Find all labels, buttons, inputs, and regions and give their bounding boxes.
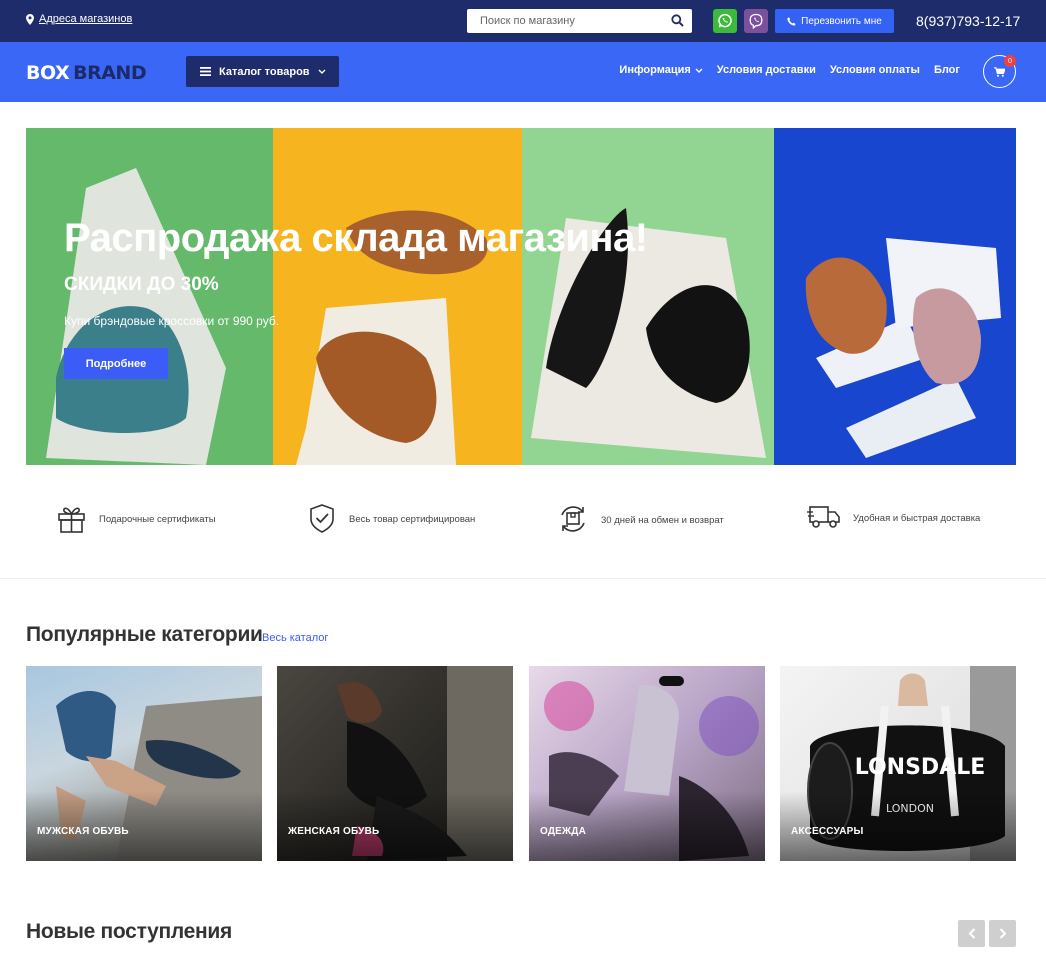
category-mens-shoes[interactable]: МУЖСКАЯ ОБУВЬ bbox=[26, 666, 262, 861]
hero-background bbox=[26, 128, 1016, 465]
callback-label: Перезвонить мне bbox=[801, 15, 882, 27]
chevron-down-icon bbox=[695, 68, 703, 73]
feature-delivery: Удобная и быстрая доставка bbox=[807, 503, 980, 534]
feature-label: Подарочные сертификаты bbox=[99, 514, 216, 525]
menu-icon bbox=[200, 67, 211, 76]
category-accessories[interactable]: LONSDALE LONDON АКСЕССУАРЫ bbox=[780, 666, 1016, 861]
category-label: АКСЕССУАРЫ bbox=[791, 826, 864, 837]
nav-item-blog[interactable]: Блог bbox=[934, 64, 960, 76]
category-label: МУЖСКАЯ ОБУВЬ bbox=[37, 826, 129, 837]
svg-text:LONSDALE: LONSDALE bbox=[855, 755, 986, 780]
chevron-left-icon bbox=[968, 928, 975, 939]
nav-links: Информация Условия доставки Условия опла… bbox=[619, 64, 960, 76]
phone-number[interactable]: 8(937)793-12-17 bbox=[916, 13, 1020, 29]
search-icon[interactable] bbox=[671, 14, 684, 32]
nav-item-info[interactable]: Информация bbox=[619, 64, 703, 76]
feature-returns: 30 дней на обмен и возврат bbox=[557, 503, 724, 538]
search-box bbox=[467, 9, 692, 33]
feature-label: Удобная и быстрая доставка bbox=[853, 513, 981, 524]
shield-check-icon bbox=[307, 503, 337, 536]
viber-icon[interactable] bbox=[744, 9, 768, 33]
category-womens-shoes[interactable]: ЖЕНСКАЯ ОБУВЬ bbox=[277, 666, 513, 861]
phone-icon bbox=[787, 16, 796, 26]
cart-button[interactable]: 0 bbox=[983, 55, 1016, 88]
top-bar: Адреса магазинов Перезвонить мне 8(937)7… bbox=[0, 0, 1046, 42]
category-label: ЖЕНСКАЯ ОБУВЬ bbox=[288, 826, 380, 837]
store-addresses-label: Адреса магазинов bbox=[39, 13, 133, 25]
truck-icon bbox=[807, 503, 841, 534]
section-divider bbox=[0, 578, 1046, 579]
gift-icon bbox=[56, 503, 87, 536]
nav-item-delivery[interactable]: Условия доставки bbox=[717, 64, 816, 76]
hero-subtitle: СКИДКИ ДО 30% bbox=[64, 274, 219, 295]
hero-details-button[interactable]: Подробнее bbox=[64, 348, 168, 379]
logo-box-text: BOX bbox=[26, 62, 70, 84]
hero-title: Распродажа склада магазина! bbox=[64, 216, 648, 260]
all-catalog-link[interactable]: Весь каталог bbox=[262, 632, 328, 644]
features-bar: Подарочные сертификаты Весь товар сертиф… bbox=[26, 495, 1016, 547]
chevron-right-icon bbox=[999, 928, 1006, 939]
new-arrivals-title: Новые поступления bbox=[26, 920, 232, 943]
feature-certified: Весь товар сертифицирован bbox=[307, 503, 475, 536]
whatsapp-icon[interactable] bbox=[713, 9, 737, 33]
cart-count-badge: 0 bbox=[1004, 55, 1016, 67]
hero-text: Купи брэндовые кроссовки от 990 руб. bbox=[64, 314, 280, 328]
callback-button[interactable]: Перезвонить мне bbox=[775, 9, 894, 33]
main-navbar: BOX BRAND Каталог товаров Информация Усло… bbox=[0, 42, 1046, 102]
logo-brand-text: BRAND bbox=[73, 62, 147, 84]
catalog-button[interactable]: Каталог товаров bbox=[186, 56, 339, 87]
location-pin-icon bbox=[26, 13, 34, 25]
catalog-label: Каталог товаров bbox=[219, 65, 310, 78]
category-label: ОДЕЖДА bbox=[540, 826, 587, 837]
search-input[interactable] bbox=[467, 15, 662, 27]
feature-label: Весь товар сертифицирован bbox=[349, 514, 476, 525]
carousel-next-button[interactable] bbox=[989, 920, 1016, 947]
cart-icon bbox=[994, 66, 1005, 77]
chevron-down-icon bbox=[318, 69, 326, 74]
store-addresses-link[interactable]: Адреса магазинов bbox=[26, 13, 132, 25]
feature-gift-certificates: Подарочные сертификаты bbox=[56, 503, 216, 536]
categories-title: Популярные категории bbox=[26, 623, 263, 646]
return-box-icon bbox=[557, 503, 589, 538]
logo[interactable]: BOX BRAND bbox=[26, 62, 147, 84]
nav-item-info-label: Информация bbox=[619, 64, 691, 76]
category-clothing[interactable]: ОДЕЖДА bbox=[529, 666, 765, 861]
feature-label: 30 дней на обмен и возврат bbox=[601, 515, 724, 526]
hero-banner[interactable]: Распродажа склада магазина! СКИДКИ ДО 30… bbox=[26, 128, 1016, 465]
carousel-prev-button[interactable] bbox=[958, 920, 985, 947]
nav-item-payment[interactable]: Условия оплаты bbox=[830, 64, 920, 76]
